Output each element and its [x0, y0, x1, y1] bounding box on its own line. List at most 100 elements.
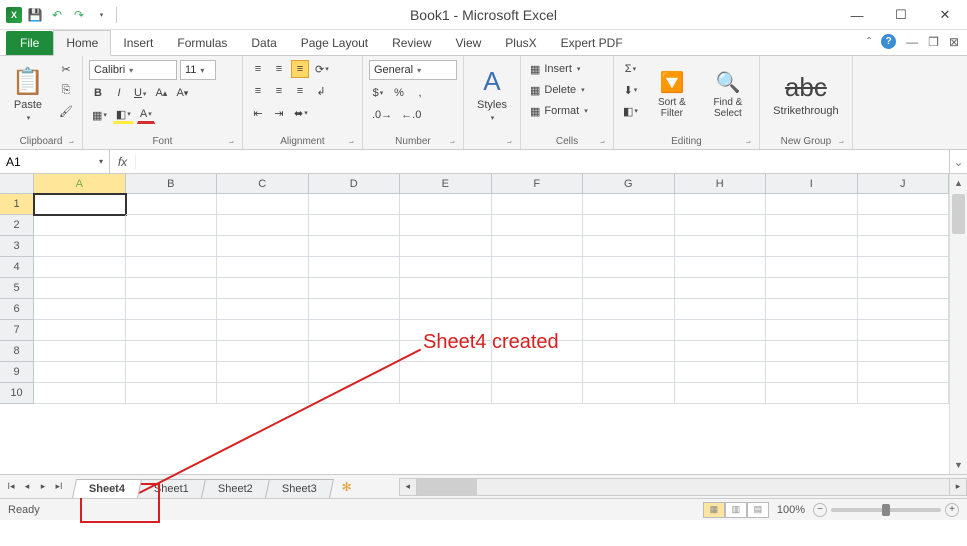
tab-review[interactable]: Review [380, 31, 443, 55]
cell-E5[interactable] [400, 278, 492, 299]
cell-G2[interactable] [583, 215, 675, 236]
row-header-5[interactable]: 5 [0, 278, 34, 299]
cell-H10[interactable] [675, 383, 767, 404]
cell-J8[interactable] [858, 341, 950, 362]
redo-icon[interactable]: ↷ [70, 6, 88, 24]
cell-C6[interactable] [217, 299, 309, 320]
decrease-indent-icon[interactable]: ⇤ [249, 104, 267, 122]
normal-view-icon[interactable]: ▦ [703, 502, 725, 518]
cell-F7[interactable] [492, 320, 584, 341]
cell-J6[interactable] [858, 299, 950, 320]
next-sheet-icon[interactable]: ▸ [36, 481, 50, 492]
sheet-tab-sheet4[interactable]: Sheet4 [72, 479, 142, 498]
prev-sheet-icon[interactable]: ◂ [20, 481, 34, 492]
align-right-icon[interactable]: ≡ [291, 82, 309, 100]
cell-I5[interactable] [766, 278, 858, 299]
cell-C7[interactable] [217, 320, 309, 341]
cell-B7[interactable] [126, 320, 218, 341]
page-layout-view-icon[interactable]: ▥ [725, 502, 747, 518]
select-all-corner[interactable] [0, 174, 34, 194]
cell-B4[interactable] [126, 257, 218, 278]
cell-H5[interactable] [675, 278, 767, 299]
cell-B3[interactable] [126, 236, 218, 257]
cell-D8[interactable] [309, 341, 401, 362]
cell-D2[interactable] [309, 215, 401, 236]
cell-G8[interactable] [583, 341, 675, 362]
scroll-thumb[interactable] [952, 194, 965, 234]
cell-A2[interactable] [34, 215, 126, 236]
cell-F3[interactable] [492, 236, 584, 257]
horizontal-scrollbar[interactable]: ◂ ▸ [399, 475, 967, 498]
cell-C1[interactable] [217, 194, 309, 215]
scroll-right-icon[interactable]: ▸ [949, 478, 967, 496]
format-painter-icon[interactable]: 🖌 [56, 102, 76, 120]
scroll-left-icon[interactable]: ◂ [399, 478, 417, 496]
merge-center-button[interactable]: ⬌ [291, 104, 311, 122]
column-header-B[interactable]: B [126, 174, 218, 194]
cell-I2[interactable] [766, 215, 858, 236]
minimize-ribbon-icon[interactable]: ˆ [867, 35, 871, 49]
column-header-G[interactable]: G [583, 174, 675, 194]
save-icon[interactable]: 💾 [26, 6, 44, 24]
align-bottom-icon[interactable]: ≡ [291, 60, 309, 78]
cell-H3[interactable] [675, 236, 767, 257]
cell-B10[interactable] [126, 383, 218, 404]
styles-button[interactable]: A Styles [470, 60, 514, 128]
tab-plusx[interactable]: PlusX [493, 31, 548, 55]
cell-C9[interactable] [217, 362, 309, 383]
cell-F9[interactable] [492, 362, 584, 383]
cell-C10[interactable] [217, 383, 309, 404]
zoom-out-icon[interactable]: − [813, 503, 827, 517]
cell-C5[interactable] [217, 278, 309, 299]
fill-color-button[interactable]: ◧ [113, 106, 134, 124]
cell-C8[interactable] [217, 341, 309, 362]
cell-D7[interactable] [309, 320, 401, 341]
comma-icon[interactable]: , [411, 84, 429, 102]
cell-I4[interactable] [766, 257, 858, 278]
cell-J3[interactable] [858, 236, 950, 257]
font-name-combo[interactable]: Calibri▾ [89, 60, 177, 80]
row-header-9[interactable]: 9 [0, 362, 34, 383]
cell-E3[interactable] [400, 236, 492, 257]
excel-logo-icon[interactable]: X [6, 7, 22, 23]
number-format-combo[interactable]: General▾ [369, 60, 457, 80]
cell-F4[interactable] [492, 257, 584, 278]
copy-icon[interactable]: ⎘ [56, 81, 76, 99]
expand-formula-bar-icon[interactable]: ⌄ [949, 150, 967, 173]
increase-indent-icon[interactable]: ⇥ [270, 104, 288, 122]
cell-I9[interactable] [766, 362, 858, 383]
tab-expert-pdf[interactable]: Expert PDF [549, 31, 635, 55]
cell-H8[interactable] [675, 341, 767, 362]
window-close-icon[interactable]: ⊠ [949, 35, 959, 49]
cell-I6[interactable] [766, 299, 858, 320]
strikethrough-button[interactable]: abc Strikethrough [766, 60, 846, 128]
column-header-C[interactable]: C [217, 174, 309, 194]
column-header-F[interactable]: F [492, 174, 584, 194]
sort-filter-button[interactable]: 🔽 Sort & Filter [647, 60, 697, 128]
column-header-E[interactable]: E [400, 174, 492, 194]
cell-D9[interactable] [309, 362, 401, 383]
find-select-button[interactable]: 🔍 Find & Select [703, 60, 753, 128]
cell-E7[interactable] [400, 320, 492, 341]
orientation-icon[interactable]: ⟳ [312, 60, 332, 78]
row-header-7[interactable]: 7 [0, 320, 34, 341]
cell-H1[interactable] [675, 194, 767, 215]
cell-G9[interactable] [583, 362, 675, 383]
cell-J4[interactable] [858, 257, 950, 278]
cell-A5[interactable] [34, 278, 126, 299]
tab-insert[interactable]: Insert [111, 31, 165, 55]
help-icon[interactable]: ? [881, 34, 896, 49]
italic-button[interactable]: I [110, 84, 128, 102]
font-color-button[interactable]: A [137, 106, 155, 124]
qat-customize-icon[interactable] [92, 6, 110, 24]
undo-icon[interactable]: ↶ [48, 6, 66, 24]
cell-E1[interactable] [400, 194, 492, 215]
cell-E8[interactable] [400, 341, 492, 362]
cell-G5[interactable] [583, 278, 675, 299]
increase-decimal-icon[interactable]: .0→ [369, 106, 395, 124]
cell-C3[interactable] [217, 236, 309, 257]
cut-icon[interactable]: ✂ [56, 60, 76, 78]
decrease-font-icon[interactable]: A▾ [173, 84, 191, 102]
row-header-1[interactable]: 1 [0, 194, 34, 215]
cell-F1[interactable] [492, 194, 584, 215]
